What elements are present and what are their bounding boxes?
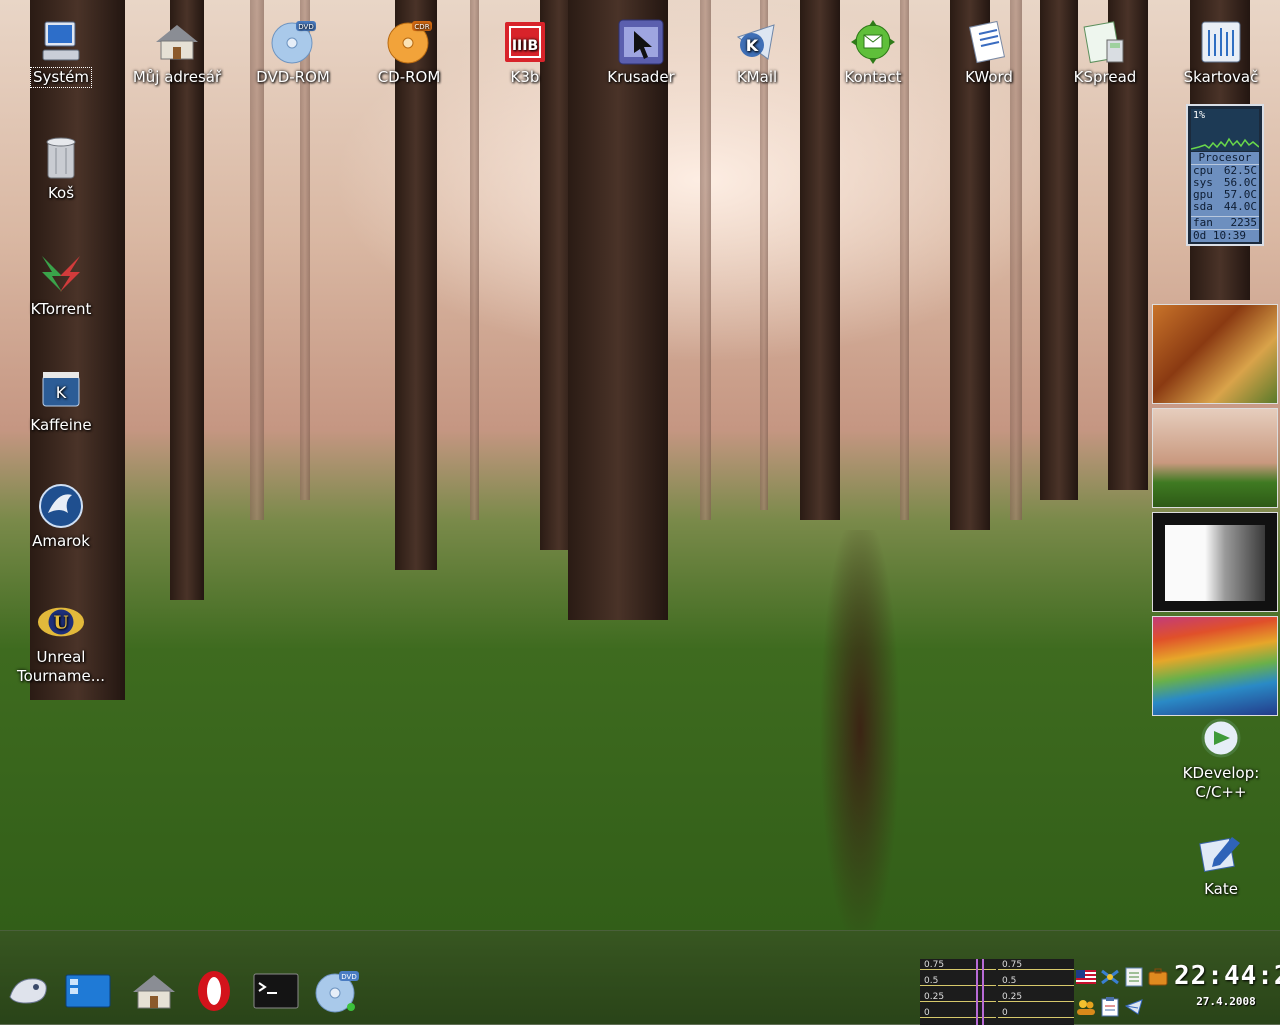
cpu-percent: 1% <box>1193 110 1206 121</box>
show-desktop-button[interactable] <box>64 971 112 1015</box>
sensor-row-sda: sda 44.0C <box>1193 200 1257 213</box>
icon-label: Systém <box>30 67 92 88</box>
slideshow-thumb-rainbow[interactable] <box>1152 616 1278 716</box>
system-tray <box>1076 963 1172 1023</box>
dvd-icon: DVD <box>313 969 359 1017</box>
clock-date: 27.4.2008 <box>1196 995 1256 1008</box>
desktop-icon-krusader[interactable]: Krusader <box>586 18 696 87</box>
slideshow-thumb-autumn[interactable] <box>1152 304 1278 404</box>
system-monitor-widget[interactable]: 1% Procesor cpu 62.5C sys 56.0C gpu 57.0C s… <box>1186 104 1264 246</box>
svg-text:K: K <box>56 383 67 402</box>
icon-label: Kaffeine <box>30 416 92 434</box>
home-button[interactable] <box>130 971 178 1015</box>
svg-text:U: U <box>53 614 68 634</box>
slideshow-thumb-forest[interactable] <box>1152 408 1278 508</box>
svg-text:IIIB: IIIB <box>512 38 538 54</box>
desktop-icon-home[interactable]: Můj adresář <box>122 18 232 87</box>
sensor-panel: Procesor cpu 62.5C sys 56.0C gpu 57.0C sda 4… <box>1191 152 1259 242</box>
krusader-icon <box>617 18 665 66</box>
kde-menu-button[interactable] <box>4 971 52 1015</box>
computer-icon <box>37 18 85 66</box>
mail-icon[interactable] <box>1124 997 1144 1017</box>
svg-text:K: K <box>746 36 759 55</box>
icon-label: Amarok <box>32 532 90 550</box>
trash-icon <box>37 134 85 182</box>
icon-label: Koš <box>47 184 75 202</box>
desktop-icon-system[interactable]: Systém <box>6 18 116 88</box>
kaffeine-icon: K <box>37 366 85 414</box>
icon-label: Skartovač <box>1183 68 1259 86</box>
icon-label: Unreal Tourname... <box>16 648 106 685</box>
network-icon[interactable] <box>1100 967 1120 987</box>
terminal-icon <box>253 973 299 1013</box>
kate-icon <box>1197 830 1245 878</box>
desktop-icon-trash[interactable]: Koš <box>6 134 116 203</box>
desktop-icon-cdrom[interactable]: CDR CD-ROM <box>354 18 464 87</box>
shredder-icon <box>1197 18 1245 66</box>
kmail-icon: K <box>733 18 781 66</box>
desktop-icon-unreal[interactable]: U Unreal Tourname... <box>6 598 116 686</box>
icon-label: Můj adresář <box>132 68 222 86</box>
icon-label: K3b <box>510 68 540 86</box>
home-folder-icon <box>153 18 201 66</box>
desktop-wallpaper <box>0 0 1280 1024</box>
desktop-icon-shredder[interactable]: Skartovač <box>1166 18 1276 87</box>
terminal-button[interactable] <box>252 971 300 1015</box>
load-graph-right: 0.75 0.5 0.25 0 <box>998 959 1074 1025</box>
desktop-icon-kate[interactable]: Kate <box>1166 830 1276 899</box>
k3b-icon: IIIB <box>501 18 549 66</box>
desktop-icon-kmail[interactable]: K KMail <box>702 18 812 87</box>
desktop-icon-kword[interactable]: KWord <box>934 18 1044 87</box>
briefcase-icon[interactable] <box>1148 967 1168 987</box>
amarok-icon <box>37 482 85 530</box>
clock-time: 22:44:22 <box>1174 961 1280 991</box>
dvd-icon: DVD <box>269 18 317 66</box>
users-icon[interactable] <box>1076 997 1096 1017</box>
desktop-icon <box>65 974 111 1012</box>
cd-icon: CDR <box>385 18 433 66</box>
icon-label: Kate <box>1204 880 1238 898</box>
kword-icon <box>965 18 1013 66</box>
kontact-icon <box>849 18 897 66</box>
desktop-icon-ktorrent[interactable]: KTorrent <box>6 250 116 319</box>
kspread-icon <box>1081 18 1129 66</box>
svg-text:DVD: DVD <box>341 973 356 981</box>
icon-label: DVD-ROM <box>256 68 330 86</box>
clipboard-icon[interactable] <box>1100 997 1120 1017</box>
home-icon <box>131 972 177 1014</box>
kde-menu-icon <box>6 973 50 1013</box>
icon-label: KMail <box>736 68 778 86</box>
opera-button[interactable] <box>190 971 238 1015</box>
icon-label: KTorrent <box>30 300 92 318</box>
unreal-icon: U <box>37 598 85 646</box>
svg-text:DVD: DVD <box>298 23 313 31</box>
desktop-icon-amarok[interactable]: Amarok <box>6 482 116 551</box>
desktop-icon-dvd[interactable]: DVD DVD-ROM <box>238 18 348 87</box>
desktop-icon-kaffeine[interactable]: K Kaffeine <box>6 366 116 435</box>
icon-label: Krusader <box>607 68 675 86</box>
slideshow-thumb-portrait[interactable] <box>1152 512 1278 612</box>
opera-icon <box>192 969 236 1017</box>
icon-label: KDevelop: C/C++ <box>1182 764 1260 801</box>
desktop-icon-kdevelop[interactable]: KDevelop: C/C++ <box>1166 714 1276 802</box>
sensor-row-fan: fan 2235 <box>1191 216 1259 229</box>
notes-icon[interactable] <box>1124 967 1144 987</box>
kdevelop-icon <box>1197 714 1245 762</box>
system-load-graph: 0.75 0.5 0.25 0 0.75 0.5 0.25 0 <box>920 959 1074 1025</box>
icon-label: KSpread <box>1073 68 1137 86</box>
svg-text:CDR: CDR <box>414 23 429 31</box>
desktop-icon-kontact[interactable]: Kontact <box>818 18 928 87</box>
kicker-panel: DVD 0.75 0.5 0.25 0 0.75 0.5 0.25 0 22:4… <box>0 930 1280 1025</box>
icon-label: KWord <box>965 68 1013 86</box>
clock[interactable]: 22:44:22 27.4.2008 <box>1174 961 1280 1008</box>
load-graph-left: 0.75 0.5 0.25 0 <box>920 959 996 1025</box>
icon-label: CD-ROM <box>377 68 441 86</box>
ktorrent-icon <box>37 250 85 298</box>
uptime: 0d 10:39 <box>1191 229 1259 242</box>
desktop-icon-kspread[interactable]: KSpread <box>1050 18 1160 87</box>
desktop-icon-k3b[interactable]: IIIB K3b <box>470 18 580 87</box>
keyboard-layout-icon[interactable] <box>1076 967 1096 987</box>
icon-label: Kontact <box>844 68 902 86</box>
dvd-button[interactable]: DVD <box>312 971 360 1015</box>
